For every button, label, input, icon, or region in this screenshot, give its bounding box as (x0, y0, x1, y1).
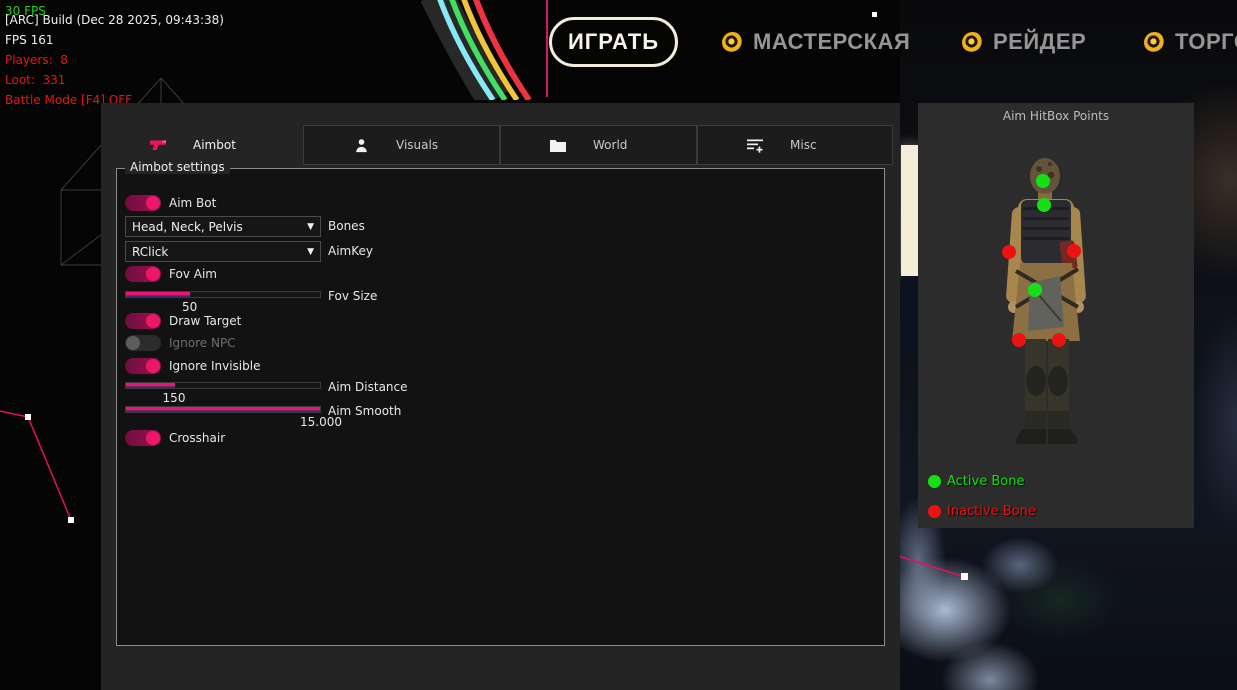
aim-hitbox-panel: Aim HitBox Points (918, 103, 1194, 528)
chevron-down-icon: ▼ (307, 222, 314, 232)
player-model (998, 155, 1118, 455)
aim-distance-value: 150 (163, 391, 186, 405)
legend-inactive-bone: Inactive Bone (928, 504, 1036, 519)
aim-smooth-row: 15.000 Aim Smooth (125, 404, 865, 430)
aim-bot-toggle[interactable] (125, 195, 161, 211)
aimkey-dropdown-value: RClick (132, 245, 307, 259)
crosshair-label: Crosshair (169, 431, 225, 445)
toggle-knob (126, 336, 140, 350)
fov-size-slider[interactable] (125, 291, 321, 298)
aim-distance-slider[interactable] (125, 382, 321, 389)
folder-icon (549, 137, 567, 153)
draw-target-row: Draw Target (125, 313, 865, 335)
slider-fill (126, 383, 175, 388)
aim-smooth-label: Aim Smooth (328, 404, 401, 418)
aimkey-dropdown[interactable]: RClick ▼ (125, 241, 321, 262)
hitbox-panel-title: Aim HitBox Points (918, 109, 1194, 123)
aim-bot-label: Aim Bot (169, 196, 216, 210)
legend-label: Active Bone (947, 474, 1024, 489)
cheat-menu-panel: Aimbot Visuals World Misc Aimbot setting… (101, 103, 900, 690)
screen: 30 FPS [ARC] Build (Dec 28 2025, 09:43:3… (0, 0, 1237, 690)
hitbox-point-right-arm[interactable] (1067, 244, 1081, 258)
draw-target-toggle[interactable] (125, 313, 161, 329)
hitbox-point-neck[interactable] (1037, 198, 1051, 212)
filter-plus-icon (746, 137, 764, 153)
nav-item-raider[interactable]: РЕЙДЕР (962, 29, 1086, 55)
group-title: Aimbot settings (125, 160, 230, 174)
bones-row: Head, Neck, Pelvis ▼ Bones (125, 216, 865, 238)
aim-bot-row: Aim Bot (125, 195, 865, 217)
coin-icon (722, 32, 743, 53)
ignore-invisible-toggle[interactable] (125, 358, 161, 374)
player-model-image (998, 155, 1118, 455)
hitbox-point-left-thigh[interactable] (1012, 333, 1026, 347)
aim-distance-row: 150 Aim Distance (125, 380, 865, 406)
tab-label: World (593, 138, 627, 152)
nav-item-workshop[interactable]: МАСТЕРСКАЯ (722, 29, 910, 55)
fov-size-value: 50 (182, 300, 197, 314)
hitbox-point-pelvis[interactable] (1028, 283, 1042, 297)
inactive-bone-dot (928, 505, 941, 518)
slider-fill (126, 407, 320, 412)
aimkey-label: AimKey (328, 244, 373, 258)
hitbox-point-right-thigh[interactable] (1052, 333, 1066, 347)
ignore-npc-row: Ignore NPC (125, 335, 865, 357)
ignore-invisible-label: Ignore Invisible (169, 359, 260, 373)
ignore-npc-label: Ignore NPC (169, 336, 236, 350)
coin-icon (962, 32, 983, 53)
crosshair-row: Crosshair (125, 430, 865, 452)
toggle-knob (146, 267, 160, 281)
aim-distance-label: Aim Distance (328, 380, 408, 394)
aim-smooth-slider[interactable] (125, 406, 321, 413)
tab-label: Aimbot (193, 138, 236, 152)
aimkey-row: RClick ▼ AimKey (125, 241, 865, 263)
play-button[interactable]: ИГРАТЬ (549, 17, 678, 67)
draw-target-label: Draw Target (169, 314, 241, 328)
esp-lines-decoration (0, 403, 90, 533)
person-icon (352, 137, 370, 153)
slider-fill (126, 292, 190, 297)
toggle-knob (146, 314, 160, 328)
active-bone-dot (928, 475, 941, 488)
tab-label: Visuals (396, 138, 438, 152)
bones-dropdown[interactable]: Head, Neck, Pelvis ▼ (125, 216, 321, 237)
pistol-icon (149, 137, 167, 153)
aimbot-settings-group: Aimbot settings Aim Bot Head, Neck, Pelv… (116, 168, 885, 646)
nav-item-trade[interactable]: ТОРГО (1144, 29, 1237, 55)
nav-item-label: РЕЙДЕР (993, 29, 1086, 55)
coin-icon (1144, 32, 1165, 53)
tab-world[interactable]: World (500, 125, 697, 165)
nav-item-label: ТОРГО (1175, 29, 1237, 55)
toggle-knob (146, 196, 160, 210)
legend-active-bone: Active Bone (928, 474, 1024, 489)
fov-size-label: Fov Size (328, 289, 377, 303)
hitbox-point-left-arm[interactable] (1002, 245, 1016, 259)
ignore-invisible-row: Ignore Invisible (125, 358, 865, 380)
tab-label: Misc (790, 138, 817, 152)
toggle-knob (146, 431, 160, 445)
bones-label: Bones (328, 219, 365, 233)
ignore-npc-toggle[interactable] (125, 335, 161, 351)
legend-label: Inactive Bone (947, 504, 1036, 519)
top-nav: ИГРАТЬ МАСТЕРСКАЯ РЕЙДЕР ТОРГО (0, 0, 1237, 90)
fov-aim-label: Fov Aim (169, 267, 217, 281)
nav-item-label: МАСТЕРСКАЯ (753, 29, 910, 55)
fov-aim-toggle[interactable] (125, 266, 161, 282)
toggle-knob (146, 359, 160, 373)
chevron-down-icon: ▼ (307, 247, 314, 257)
tab-visuals[interactable]: Visuals (303, 125, 500, 165)
crosshair-toggle[interactable] (125, 430, 161, 446)
tab-misc[interactable]: Misc (697, 125, 893, 165)
bones-dropdown-value: Head, Neck, Pelvis (132, 220, 307, 234)
fov-size-row: 50 Fov Size (125, 289, 865, 315)
esp-line-bottomright-decoration (898, 548, 978, 588)
fov-aim-row: Fov Aim (125, 266, 865, 288)
tab-aimbot[interactable]: Aimbot (101, 125, 303, 165)
hitbox-point-head[interactable] (1036, 174, 1050, 188)
